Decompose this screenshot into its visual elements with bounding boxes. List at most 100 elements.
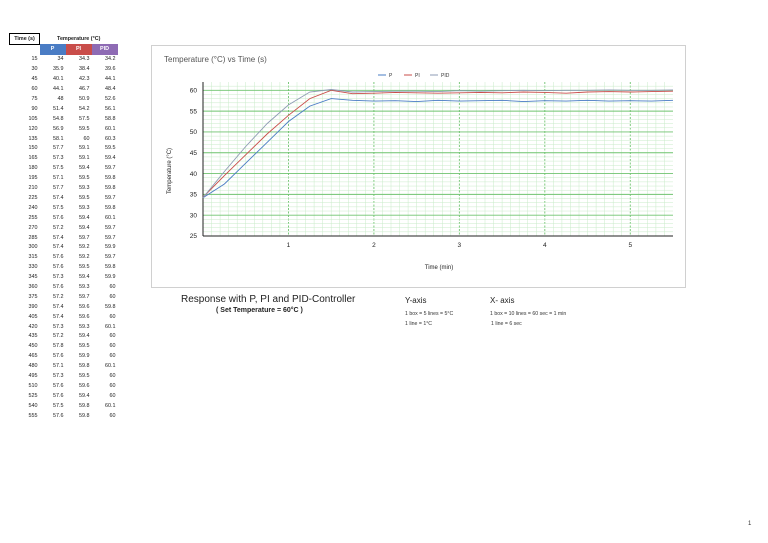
- legend-label-pi: PI: [415, 73, 420, 79]
- chart-grid: [203, 82, 673, 236]
- table-row: 255 57.6 59.4 60.1: [10, 213, 118, 223]
- y-tick-label: 60: [190, 88, 198, 95]
- pi-cell: 59.6: [79, 382, 90, 389]
- pid-cell: 59.7: [105, 224, 116, 231]
- y-tick-label: 40: [190, 171, 198, 178]
- chart-legend: P PI PID: [378, 73, 450, 79]
- table-row: 180 57.5 59.4 59.7: [10, 164, 118, 174]
- pid-cell: 60.1: [105, 214, 116, 221]
- pi-cell: 59.6: [79, 303, 90, 310]
- p-cell: 57.6: [53, 353, 64, 360]
- pid-cell: 60.3: [105, 135, 116, 142]
- pi-cell: 59.9: [79, 353, 90, 360]
- time-cell: 60: [31, 86, 38, 93]
- pi-cell: 59.6: [79, 313, 90, 320]
- table-row: 375 57.2 59.7 60: [10, 292, 118, 302]
- pi-cell: 59.4: [79, 224, 90, 231]
- y-tick-label: 45: [190, 150, 198, 157]
- chart-container: Temperature (°C) vs Time (s) 25 30 35 40 45 5…: [151, 45, 686, 288]
- pid-cell: 60.1: [105, 363, 116, 370]
- time-cell: 285: [28, 234, 38, 241]
- table-row: 450 57.8 59.5 60: [10, 342, 118, 352]
- time-cell: 150: [28, 145, 38, 152]
- table-row: 300 57.4 59.2 59.9: [10, 243, 118, 253]
- p-cell: 57.1: [53, 363, 64, 370]
- pi-cell: 46.7: [79, 86, 90, 93]
- pi-cell: 42.3: [79, 76, 90, 83]
- x-axis-note-line: 1 line = 6 sec: [491, 321, 522, 327]
- p-cell: 57.1: [53, 175, 64, 182]
- time-cell: 300: [28, 244, 38, 251]
- pi-cell: 59.4: [79, 214, 90, 221]
- header-time: Time (s): [9, 33, 40, 45]
- p-cell: 54.8: [53, 115, 64, 122]
- p-cell: 51.4: [53, 105, 64, 112]
- p-cell: 57.6: [53, 264, 64, 271]
- y-axis-heading: Y-axis: [405, 296, 427, 305]
- time-cell: 450: [28, 343, 38, 350]
- time-cell: 45: [31, 76, 38, 83]
- table-row: 150 57.7 59.1 59.5: [10, 144, 118, 154]
- pi-cell: 59.3: [79, 185, 90, 192]
- pid-cell: 60.1: [105, 323, 116, 330]
- time-cell: 510: [28, 382, 38, 389]
- time-cell: 15: [31, 56, 38, 63]
- x-axis-note-box: 1 box = 10 lines = 60 sec = 1 min: [490, 311, 567, 317]
- p-cell: 48: [57, 96, 64, 103]
- table-row: 360 57.6 59.3 60: [10, 282, 118, 292]
- y-axis-note-box: 1 box = 5 lines = 5°C: [405, 311, 454, 317]
- time-cell: 495: [28, 372, 38, 379]
- table-body: 15 34 34.3 34.2 30 35.9 38.4 39.6 45 40.1 42.3 44.1…: [10, 55, 118, 421]
- time-cell: 120: [28, 125, 38, 132]
- pi-cell: 50.9: [79, 96, 90, 103]
- table-row: 285 57.4 59.7 59.7: [10, 233, 118, 243]
- p-cell: 57.6: [53, 283, 64, 290]
- chart-series: [202, 89, 674, 199]
- y-tick-label: 50: [190, 129, 198, 136]
- p-cell: 57.4: [53, 244, 64, 251]
- pi-cell: 59.7: [79, 293, 90, 300]
- table-row: 405 57.4 59.6 60: [10, 312, 118, 322]
- table-row: 480 57.1 59.8 60.1: [10, 361, 118, 371]
- x-tick-label: 4: [543, 242, 547, 249]
- pid-cell: 60: [109, 353, 116, 360]
- table-row: 465 57.6 59.9 60: [10, 352, 118, 362]
- p-cell: 57.6: [53, 412, 64, 419]
- caption-title: Response with P, PI and PID-Controller: [181, 294, 356, 305]
- pid-cell: 60: [109, 333, 116, 340]
- pid-cell: 39.6: [105, 66, 116, 73]
- pi-cell: 59.2: [79, 254, 90, 261]
- pid-cell: 59.7: [105, 254, 116, 261]
- series-line-p: [202, 98, 674, 199]
- chart-title: Temperature (°C) vs Time (s): [164, 55, 267, 64]
- p-cell: 57.3: [53, 323, 64, 330]
- pi-cell: 54.2: [79, 105, 90, 112]
- table-row: 90 51.4 54.2 56.1: [10, 104, 118, 114]
- table-row: 195 57.1 59.5 59.8: [10, 173, 118, 183]
- table-row: 555 57.6 59.8 60: [10, 411, 118, 421]
- x-tick-label: 1: [287, 242, 291, 249]
- time-cell: 540: [28, 402, 38, 409]
- p-cell: 56.9: [53, 125, 64, 132]
- pid-cell: 60: [109, 283, 116, 290]
- p-cell: 40.1: [53, 76, 64, 83]
- pi-cell: 60: [83, 135, 90, 142]
- pid-cell: 59.4: [105, 155, 116, 162]
- pid-cell: 56.1: [105, 105, 116, 112]
- y-axis-label: Temperature (°C): [167, 148, 173, 194]
- time-cell: 210: [28, 185, 38, 192]
- p-cell: 57.3: [53, 372, 64, 379]
- pi-cell: 59.4: [79, 392, 90, 399]
- pid-cell: 59.7: [105, 234, 116, 241]
- p-cell: 57.5: [53, 204, 64, 211]
- time-cell: 480: [28, 363, 38, 370]
- y-tick-label: 30: [190, 212, 198, 219]
- pi-cell: 59.5: [79, 264, 90, 271]
- pid-cell: 59.5: [105, 145, 116, 152]
- table-row: 420 57.3 59.3 60.1: [10, 322, 118, 332]
- p-cell: 57.7: [53, 185, 64, 192]
- pi-cell: 59.5: [79, 175, 90, 182]
- p-cell: 35.9: [53, 66, 64, 73]
- pid-cell: 60: [109, 392, 116, 399]
- p-cell: 57.3: [53, 155, 64, 162]
